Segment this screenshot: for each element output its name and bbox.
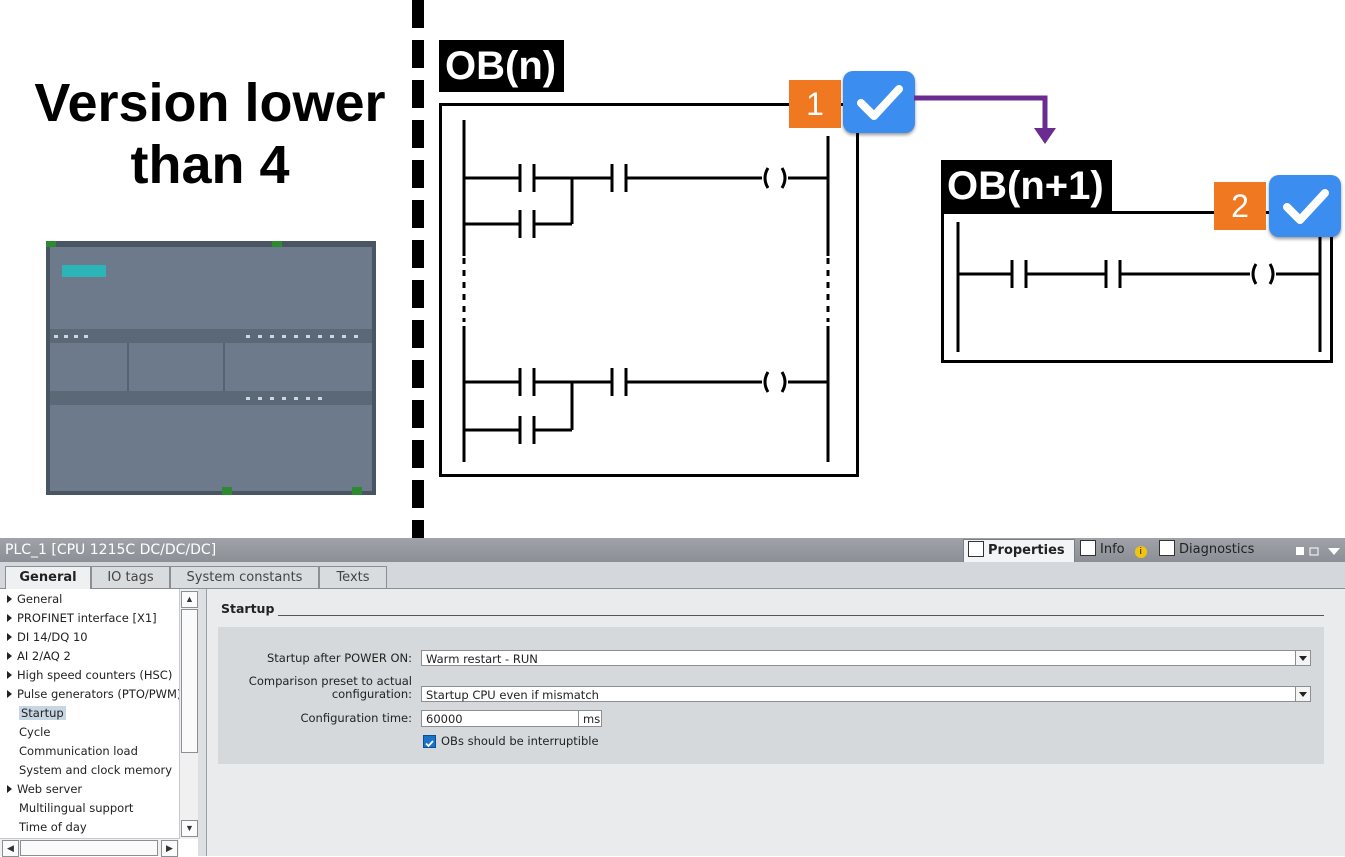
info-icon	[1080, 540, 1096, 556]
properties-icon	[968, 541, 984, 557]
startup-after-power-on-label: Startup after POWER ON:	[267, 651, 412, 665]
scroll-right-icon[interactable]: ▶	[161, 840, 178, 857]
chevron-down-icon[interactable]	[1295, 651, 1310, 665]
comparison-label-line-2: configuration:	[331, 687, 412, 701]
checkmark-icon	[1269, 175, 1341, 237]
window-controls-icon[interactable]	[1294, 544, 1342, 558]
section-title: Startup	[221, 601, 275, 616]
expand-arrow-icon[interactable]	[7, 614, 12, 622]
ob-n-label: OB(n)	[439, 40, 565, 92]
configuration-time-unit: ms	[578, 710, 602, 727]
tab-texts[interactable]: Texts	[319, 566, 387, 588]
comparison-preset-label: Comparison preset to actual configuratio…	[218, 675, 412, 701]
chevron-down-icon[interactable]	[1295, 687, 1310, 701]
nav-item-web-server[interactable]: Web server	[0, 780, 178, 799]
checkmark-icon	[843, 71, 915, 133]
scroll-thumb[interactable]	[181, 609, 198, 753]
nav-item-ai-aq[interactable]: AI 2/AQ 2	[0, 647, 178, 666]
tab-system-constants[interactable]: System constants	[170, 566, 319, 588]
expand-arrow-icon[interactable]	[7, 785, 12, 793]
nav-item-communication-load[interactable]: Communication load	[0, 742, 178, 761]
hscroll-thumb[interactable]	[20, 840, 158, 856]
nav-item-pulse-generators[interactable]: Pulse generators (PTO/PWM)	[0, 685, 181, 704]
nav-item-hsc[interactable]: High speed counters (HSC)	[0, 666, 178, 685]
checkmark-icon	[425, 740, 434, 748]
nav-item-di-dq[interactable]: DI 14/DQ 10	[0, 628, 178, 647]
obs-interruptible-label: OBs should be interruptible	[441, 734, 599, 748]
scroll-left-icon[interactable]: ◀	[2, 840, 19, 857]
startup-value: Warm restart - RUN	[426, 652, 538, 666]
panel-title: PLC_1 [CPU 1215C DC/DC/DC]	[5, 542, 217, 558]
nav-item-time-of-day[interactable]: Time of day	[0, 818, 178, 837]
expand-arrow-icon[interactable]	[7, 690, 12, 698]
expand-arrow-icon[interactable]	[7, 671, 12, 679]
scroll-down-icon[interactable]: ▼	[181, 820, 198, 837]
configuration-time-label: Configuration time:	[300, 711, 412, 725]
tab-properties[interactable]: Properties	[963, 539, 1075, 562]
ob-n-ladder	[462, 120, 830, 462]
tab-diagnostics[interactable]: Diagnostics	[1155, 539, 1275, 561]
flow-arrow	[914, 95, 1056, 144]
tab-io-tags[interactable]: IO tags	[91, 566, 170, 588]
nav-item-general[interactable]: General	[0, 590, 178, 609]
panel-splitter[interactable]	[198, 589, 207, 856]
expand-arrow-icon[interactable]	[7, 652, 12, 660]
info-badge-icon: i	[1134, 546, 1147, 558]
nav-item-system-clock-memory[interactable]: System and clock memory	[0, 761, 178, 780]
step-number-badge-1: 1	[789, 80, 841, 128]
version-title: Version lower than 4	[34, 73, 386, 195]
nav-item-cycle[interactable]: Cycle	[0, 723, 178, 742]
dashed-divider	[412, 0, 424, 538]
nav-vertical-scrollbar[interactable]: ▲ ▼	[179, 589, 199, 839]
nav-horizontal-scrollbar[interactable]: ◀ ▶	[0, 838, 179, 857]
nav-item-startup[interactable]: Startup	[0, 704, 178, 723]
nav-item-profinet[interactable]: PROFINET interface [X1]	[0, 609, 178, 628]
comparison-value: Startup CPU even if mismatch	[426, 688, 599, 702]
comparison-preset-select[interactable]: Startup CPU even if mismatch	[421, 686, 1311, 702]
section-divider	[278, 615, 1324, 616]
obs-interruptible-checkbox[interactable]	[423, 735, 436, 748]
diagnostics-icon	[1159, 540, 1175, 556]
tab-info[interactable]: Info i	[1076, 539, 1154, 561]
step-number-badge-2: 2	[1214, 182, 1266, 230]
expand-arrow-icon[interactable]	[7, 595, 12, 603]
scroll-up-icon[interactable]: ▲	[181, 591, 198, 608]
plc-device-image	[46, 241, 376, 495]
tab-general[interactable]: General	[5, 566, 91, 589]
nav-item-multilingual[interactable]: Multilingual support	[0, 799, 178, 818]
expand-arrow-icon[interactable]	[7, 633, 12, 641]
navigation-tree: General PROFINET interface [X1] DI 14/DQ…	[0, 589, 199, 856]
ob-n1-label: OB(n+1)	[941, 160, 1112, 212]
configuration-time-input[interactable]: 60000	[421, 710, 579, 727]
startup-after-power-on-select[interactable]: Warm restart - RUN	[421, 650, 1311, 666]
